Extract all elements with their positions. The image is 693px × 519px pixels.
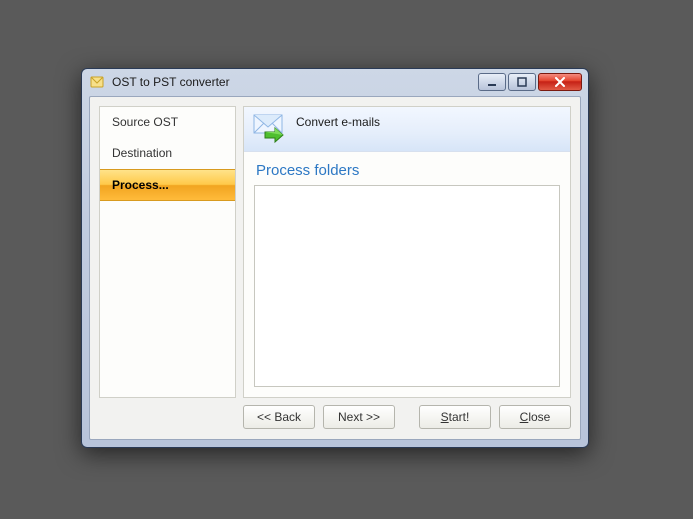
envelope-arrow-icon (252, 111, 288, 147)
client-area: Source OST Destination Process... (89, 96, 581, 440)
folders-listbox[interactable] (254, 185, 560, 387)
section: Process folders (244, 152, 570, 397)
sidebar-item-destination[interactable]: Destination (100, 138, 235, 169)
sidebar-item-label: Destination (112, 146, 172, 160)
button-accel: S (441, 410, 449, 424)
panels: Source OST Destination Process... (99, 106, 571, 398)
next-button[interactable]: Next >> (323, 405, 395, 429)
section-title: Process folders (256, 162, 560, 179)
sidebar-item-process[interactable]: Process... (100, 169, 235, 201)
close-button[interactable]: Close (499, 405, 571, 429)
sidebar-item-label: Process... (112, 178, 169, 192)
button-label: lose (528, 410, 550, 424)
app-window: OST to PST converter Source OST Destinat… (81, 68, 589, 448)
close-window-button[interactable] (538, 73, 582, 91)
banner-title: Convert e-mails (296, 115, 380, 129)
back-button[interactable]: << Back (243, 405, 315, 429)
wizard-sidebar: Source OST Destination Process... (99, 106, 236, 398)
maximize-button[interactable] (508, 73, 536, 91)
sidebar-item-label: Source OST (112, 115, 178, 129)
sidebar-item-source-ost[interactable]: Source OST (100, 107, 235, 138)
start-button[interactable]: Start! (419, 405, 491, 429)
window-controls (478, 73, 582, 91)
minimize-button[interactable] (478, 73, 506, 91)
button-label: tart! (449, 410, 470, 424)
button-label: << Back (257, 410, 301, 424)
main-panel: Convert e-mails Process folders (243, 106, 571, 398)
app-icon (90, 74, 106, 90)
window-title: OST to PST converter (112, 75, 478, 89)
titlebar[interactable]: OST to PST converter (82, 69, 588, 95)
button-label: Next >> (338, 410, 380, 424)
footer: << Back Next >> Start! Close (99, 404, 571, 430)
banner: Convert e-mails (244, 107, 570, 152)
